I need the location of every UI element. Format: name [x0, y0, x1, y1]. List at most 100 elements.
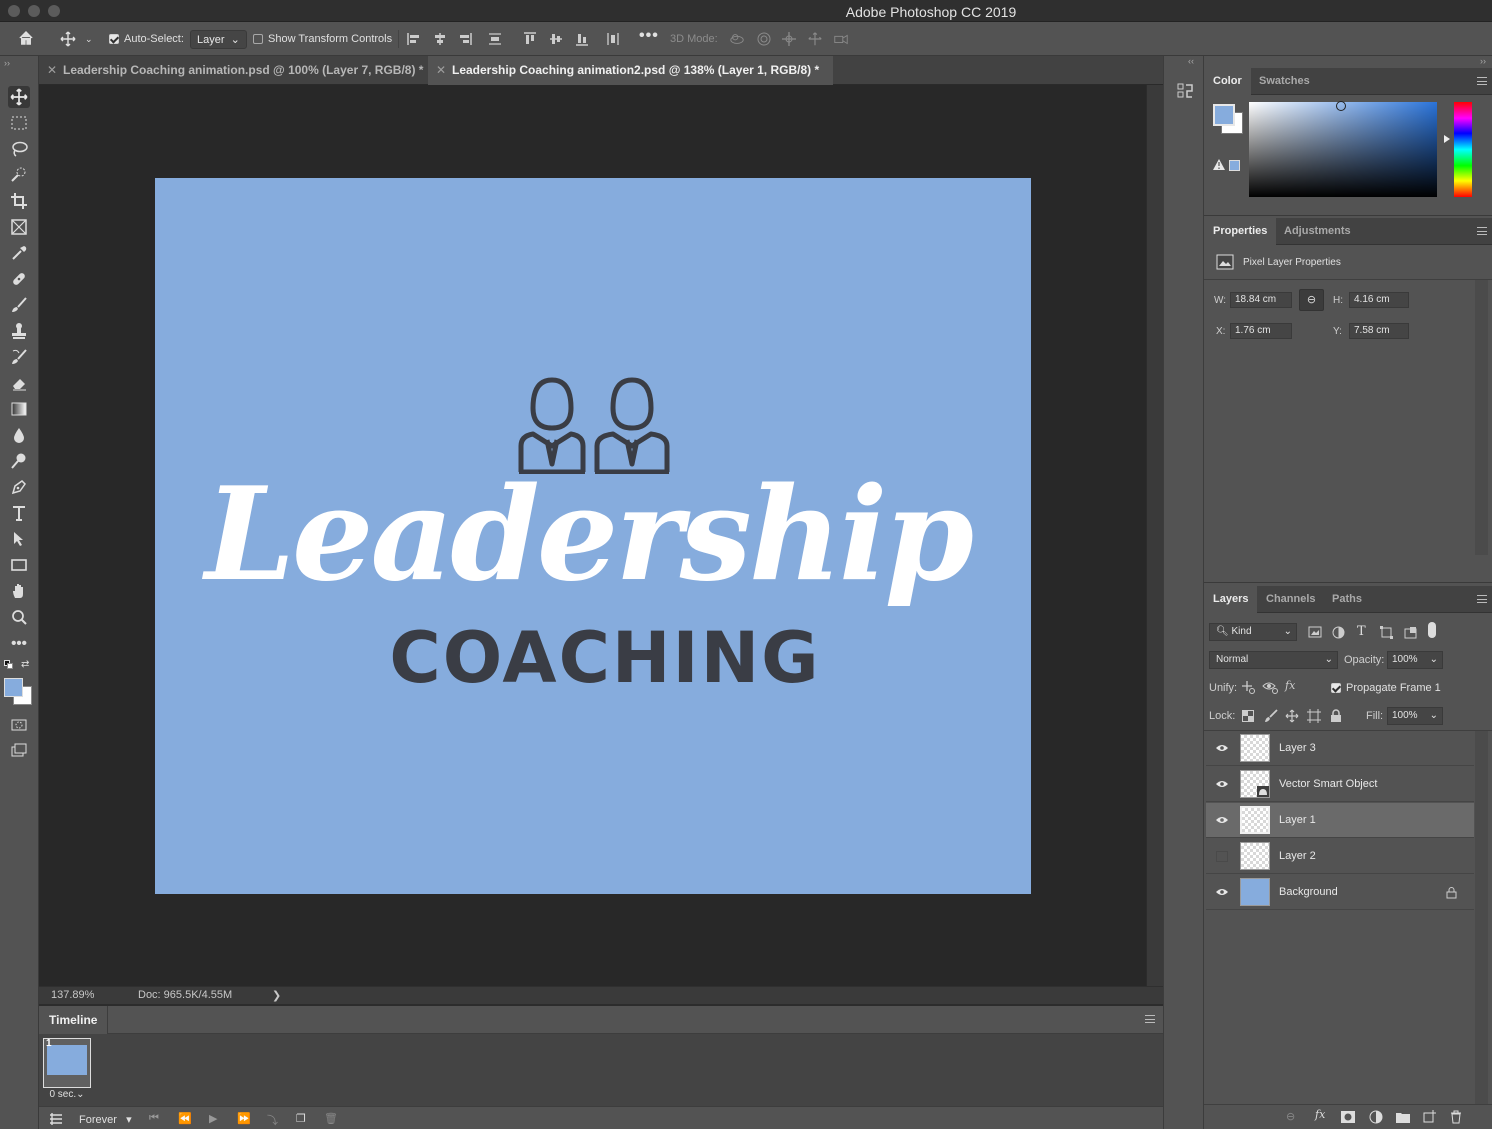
previous-frame-icon[interactable]: ⏪ [178, 1112, 192, 1125]
3d-orbit-icon[interactable] [729, 31, 745, 47]
propagate-frame-checkbox[interactable]: Propagate Frame 1 [1331, 682, 1441, 694]
lock-position-icon[interactable] [1285, 709, 1299, 723]
link-layers-icon[interactable]: ⊖ [1286, 1110, 1295, 1123]
panel-menu-icon[interactable] [1477, 77, 1487, 85]
dodge-tool-button[interactable] [8, 450, 30, 472]
filter-smart-object-icon[interactable] [1404, 626, 1417, 639]
align-right-icon[interactable] [457, 31, 473, 47]
filter-type-icon[interactable]: T [1357, 624, 1366, 639]
trash-icon[interactable]: 🗑 [324, 1112, 338, 1125]
eyedropper-tool-button[interactable] [8, 242, 30, 264]
checkbox-unchecked-icon[interactable] [253, 34, 263, 44]
rectangle-tool-button[interactable] [8, 554, 30, 576]
panel-menu-icon[interactable] [1477, 227, 1487, 235]
history-panel-icon[interactable] [1177, 82, 1193, 102]
new-layer-icon[interactable] [1423, 1110, 1436, 1123]
home-icon[interactable] [18, 30, 34, 46]
convert-timeline-icon[interactable] [49, 1113, 63, 1125]
tab-paths[interactable]: Paths [1323, 586, 1371, 613]
collapse-panel-icon[interactable]: ›› [4, 58, 10, 68]
show-transform-checkbox[interactable]: Show Transform Controls [253, 30, 392, 48]
loop-dropdown[interactable]: Forever ▾ [79, 1113, 132, 1126]
zoom-level[interactable]: 137.89% [51, 989, 94, 1001]
layer-row[interactable]: Vector Smart Object [1206, 767, 1474, 802]
eye-icon[interactable] [1216, 744, 1228, 752]
auto-select-target-dropdown[interactable]: Layer ⌄ [190, 29, 247, 49]
fill-field[interactable]: 100% ⌄ [1387, 707, 1443, 725]
lock-artboard-icon[interactable] [1307, 709, 1321, 723]
close-tab-icon[interactable]: ✕ [436, 56, 446, 85]
tween-icon[interactable]: ⤵ [267, 1112, 278, 1128]
layer-row-selected[interactable]: Layer 1 [1206, 803, 1474, 838]
filter-pixel-icon[interactable] [1308, 626, 1322, 638]
status-menu-icon[interactable]: ❯ [272, 989, 281, 1002]
delete-layer-icon[interactable] [1450, 1110, 1462, 1124]
tab-color[interactable]: Color [1204, 68, 1251, 95]
tab-layers[interactable]: Layers [1204, 586, 1258, 613]
new-adjustment-layer-icon[interactable] [1369, 1110, 1383, 1124]
distribute-vertical-icon[interactable] [487, 31, 503, 47]
unify-position-icon[interactable] [1240, 680, 1256, 694]
checkbox-checked-icon[interactable] [1331, 683, 1341, 693]
eye-icon[interactable] [1216, 780, 1228, 788]
lock-transparent-pixels-icon[interactable] [1242, 710, 1254, 722]
tab-document-1[interactable]: ✕ Leadership Coaching animation.psd @ 10… [39, 56, 437, 85]
screen-mode-button[interactable] [8, 740, 30, 762]
canvas-vertical-scrollbar[interactable] [1146, 85, 1163, 986]
animation-frame[interactable]: 1 0 sec.⌄ [43, 1038, 91, 1100]
filter-adjustment-icon[interactable] [1332, 626, 1345, 639]
zoom-tool-button[interactable] [8, 606, 30, 628]
lock-all-icon[interactable] [1330, 709, 1342, 723]
document-canvas[interactable]: Leadership COACHING [155, 178, 1031, 894]
3d-slide-icon[interactable] [807, 31, 823, 47]
chevron-down-icon[interactable]: ⌄ [85, 30, 93, 48]
hue-slider[interactable] [1454, 102, 1472, 197]
default-colors-icon[interactable] [4, 660, 14, 670]
blur-tool-button[interactable] [8, 424, 30, 446]
tab-timeline[interactable]: Timeline [39, 1006, 109, 1034]
hidden-visibility-toggle[interactable] [1216, 851, 1228, 862]
tab-adjustments[interactable]: Adjustments [1275, 218, 1360, 245]
properties-scrollbar[interactable] [1475, 280, 1488, 555]
layer-filter-dropdown[interactable]: 🔍︎ Kind ⌄ [1209, 623, 1297, 641]
auto-select-checkbox[interactable]: Auto-Select: [109, 30, 184, 48]
unify-style-icon[interactable]: fx [1285, 679, 1295, 692]
filter-shape-icon[interactable] [1380, 626, 1393, 639]
eye-icon[interactable] [1216, 816, 1228, 824]
crop-tool-button[interactable] [8, 190, 30, 212]
align-vertical-center-icon[interactable] [548, 31, 564, 47]
blend-mode-dropdown[interactable]: Normal ⌄ [1209, 651, 1338, 669]
layers-scrollbar[interactable] [1475, 731, 1488, 1105]
opacity-field[interactable]: 100% ⌄ [1387, 651, 1443, 669]
swap-colors-icon[interactable]: ⇄ [21, 659, 29, 670]
lasso-tool-button[interactable] [8, 138, 30, 160]
layer-row[interactable]: Layer 3 [1206, 731, 1474, 766]
unify-visibility-icon[interactable] [1262, 680, 1278, 694]
tab-channels[interactable]: Channels [1257, 586, 1325, 613]
move-tool-icon[interactable] [60, 31, 76, 47]
healing-brush-tool-button[interactable] [8, 268, 30, 290]
next-frame-icon[interactable]: ⏩ [237, 1112, 251, 1125]
frame-delay[interactable]: 0 sec.⌄ [43, 1089, 91, 1100]
checkbox-checked-icon[interactable] [109, 34, 119, 44]
3d-roll-icon[interactable] [756, 31, 772, 47]
align-horizontal-center-icon[interactable] [432, 31, 448, 47]
tab-document-2[interactable]: ✕ Leadership Coaching animation2.psd @ 1… [428, 56, 834, 85]
quick-selection-tool-button[interactable] [8, 164, 30, 186]
history-brush-tool-button[interactable] [8, 346, 30, 368]
move-tool-button[interactable] [8, 86, 30, 108]
eraser-tool-button[interactable] [8, 372, 30, 394]
pen-tool-button[interactable] [8, 476, 30, 498]
gradient-tool-button[interactable] [8, 398, 30, 420]
color-field[interactable] [1249, 101, 1437, 197]
align-left-icon[interactable] [406, 31, 422, 47]
height-field[interactable]: 4.16 cm [1349, 292, 1409, 308]
3d-scale-icon[interactable] [833, 31, 849, 47]
width-field[interactable]: 18.84 cm [1230, 292, 1292, 308]
type-tool-button[interactable] [8, 502, 30, 524]
canvas-area[interactable]: Leadership COACHING [39, 85, 1146, 986]
filter-toggle-icon[interactable] [1428, 622, 1436, 638]
x-position-field[interactable]: 1.76 cm [1230, 323, 1292, 339]
hue-slider-handle[interactable] [1444, 135, 1450, 143]
edit-toolbar-icon[interactable]: ••• [8, 632, 30, 654]
